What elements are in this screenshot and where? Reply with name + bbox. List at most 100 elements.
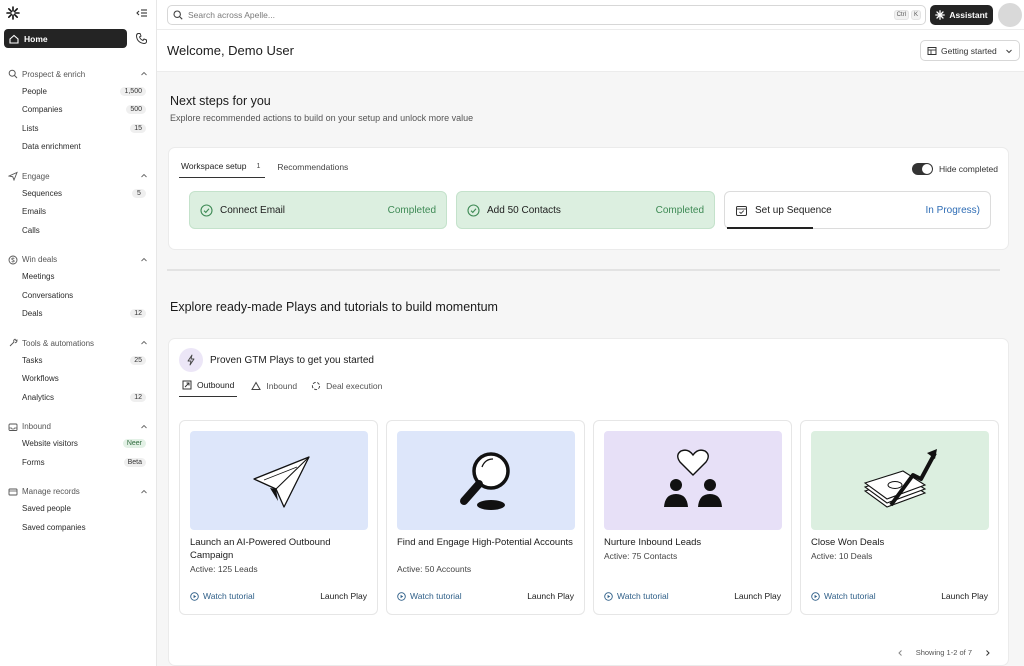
- sidebar-item[interactable]: People 1,500: [0, 82, 156, 101]
- sidebar-item[interactable]: Companies 500: [0, 101, 156, 120]
- sidebar-section-header[interactable]: Prospect & enrich: [0, 66, 156, 82]
- chevron-up-icon: [141, 71, 147, 76]
- tab-label: Workspace setup: [181, 161, 247, 171]
- sidebar-item-label: Calls: [22, 225, 40, 235]
- tab-label: Recommendations: [277, 161, 349, 172]
- count-badge: 1,500: [120, 86, 146, 96]
- launch-play-button[interactable]: Launch Play: [527, 591, 574, 601]
- avatar[interactable]: [998, 2, 1022, 27]
- chevron-left-icon[interactable]: [896, 649, 904, 657]
- play-illustration: [397, 431, 575, 530]
- sidebar-item[interactable]: Conversations: [0, 286, 156, 305]
- sidebar-item[interactable]: Data enrichment: [0, 138, 156, 157]
- kbd-ctrl: Ctrl: [893, 9, 909, 20]
- next-steps-title: Next steps for you: [170, 94, 271, 108]
- plays-title: Proven GTM Plays to get you started: [210, 354, 374, 366]
- sidebar-section-header[interactable]: Manage records: [0, 484, 156, 500]
- count-badge: 5: [132, 188, 146, 198]
- sidebar-item-label: Home: [24, 33, 48, 44]
- sidebar-section-title: Win deals: [22, 255, 58, 264]
- count-badge: Neer: [122, 439, 146, 449]
- watch-tutorial-link[interactable]: Watch tutorial: [397, 591, 462, 601]
- watch-label: Watch tutorial: [824, 591, 876, 601]
- tab-recommendations[interactable]: Recommendations: [277, 161, 348, 178]
- page-title: Welcome, Demo User: [167, 43, 294, 58]
- sidebar-item-label: Analytics: [22, 392, 55, 402]
- sidebar-item[interactable]: Website visitors Neer: [0, 435, 156, 454]
- chevron-right-icon[interactable]: [984, 649, 992, 657]
- watch-tutorial-link[interactable]: Watch tutorial: [604, 591, 669, 601]
- assistant-button[interactable]: Assistant: [930, 4, 993, 25]
- launch-play-button[interactable]: Launch Play: [941, 591, 988, 601]
- tab-inbound[interactable]: Inbound: [251, 380, 297, 397]
- phone-icon[interactable]: [135, 32, 148, 45]
- chevron-up-icon: [141, 173, 147, 178]
- records-icon: [8, 488, 18, 495]
- watch-label: Watch tutorial: [617, 591, 669, 601]
- launch-play-button[interactable]: Launch Play: [734, 591, 781, 601]
- play-active-count: Active: 75 Contacts: [604, 551, 678, 561]
- sidebar-item-home[interactable]: Home: [4, 29, 127, 48]
- sidebar-item[interactable]: Saved companies: [0, 518, 156, 537]
- sidebar-item[interactable]: Sequences 5: [0, 184, 156, 203]
- send-icon: [8, 171, 18, 181]
- sidebar-section-title: Prospect & enrich: [22, 69, 86, 79]
- sidebar-item[interactable]: Calls: [0, 221, 156, 240]
- logo-icon[interactable]: [6, 6, 20, 20]
- play-title: Nurture Inbound Leads: [604, 537, 702, 548]
- sidebar-item[interactable]: Lists 15: [0, 119, 156, 138]
- sidebar-section-header[interactable]: Engage: [0, 168, 156, 184]
- cycle-icon: [311, 381, 321, 390]
- step-progress-bar: [727, 227, 813, 229]
- sidebar-section-header[interactable]: Tools & automations: [0, 335, 156, 351]
- chevron-up-icon: [141, 340, 147, 345]
- play-card[interactable]: Launch an AI-Powered Outbound Campaign A…: [179, 420, 378, 615]
- watch-tutorial-link[interactable]: Watch tutorial: [190, 591, 255, 601]
- play-active-count: Active: 125 Leads: [190, 564, 258, 574]
- step-add-contacts[interactable]: Add 50 Contacts Completed: [456, 191, 715, 229]
- sidebar-item[interactable]: Tasks 25: [0, 351, 156, 370]
- tab-workspace-setup[interactable]: Workspace setup 1: [179, 161, 266, 178]
- sidebar-item-label: People: [22, 86, 47, 96]
- launch-play-button[interactable]: Launch Play: [320, 591, 367, 601]
- getting-started-button[interactable]: Getting started: [920, 40, 1020, 61]
- plays-card: Proven GTM Plays to get you started Outb…: [168, 338, 1009, 666]
- step-setup-sequence[interactable]: Set up Sequence In Progress): [724, 191, 991, 229]
- top-bar: Search across Apelle... Ctrl K Assistant: [157, 0, 1024, 29]
- play-illustration: [190, 431, 368, 530]
- tab-outbound[interactable]: Outbound: [179, 380, 238, 397]
- play-cards: Launch an AI-Powered Outbound Campaign A…: [179, 420, 999, 615]
- sidebar-item[interactable]: Emails: [0, 203, 156, 222]
- play-card[interactable]: Close Won Deals Active: 10 Deals Watch t…: [800, 420, 999, 615]
- sidebar-section-header[interactable]: Win deals: [0, 252, 156, 268]
- play-illustration: [811, 431, 989, 530]
- collapse-sidebar-icon[interactable]: [136, 7, 148, 19]
- tab-deal-execution[interactable]: Deal execution: [311, 380, 382, 397]
- bolt-badge: [179, 348, 203, 372]
- sidebar-item-label: Workflows: [22, 374, 59, 384]
- sidebar-item[interactable]: Meetings: [0, 268, 156, 287]
- hide-completed-toggle[interactable]: [911, 163, 933, 175]
- sidebar-section-header[interactable]: Inbound: [0, 419, 156, 435]
- chevron-down-icon: [1006, 49, 1012, 53]
- sparkle-icon: [935, 9, 946, 20]
- setup-tabs: Workspace setup 1 Recommendations: [179, 161, 348, 178]
- triangle-icon: [251, 380, 262, 390]
- step-connect-email[interactable]: Connect Email Completed: [189, 191, 447, 229]
- sidebar-item[interactable]: Deals 12: [0, 305, 156, 324]
- sidebar-item[interactable]: Workflows: [0, 370, 156, 389]
- play-card[interactable]: Find and Engage High-Potential Accounts …: [386, 420, 585, 615]
- sidebar-item-label: Saved people: [22, 504, 71, 514]
- sidebar-item[interactable]: Saved people: [0, 500, 156, 519]
- inbox-icon: [8, 423, 18, 431]
- paper-plane-icon: [253, 455, 310, 508]
- watch-tutorial-link[interactable]: Watch tutorial: [811, 591, 876, 601]
- count-badge: 12: [130, 392, 146, 402]
- sidebar-item[interactable]: Forms Beta: [0, 453, 156, 472]
- step-label: Add 50 Contacts: [487, 204, 561, 216]
- play-card[interactable]: Nurture Inbound Leads Active: 75 Contact…: [593, 420, 792, 615]
- sidebar-item[interactable]: Analytics 12: [0, 388, 156, 407]
- play-circle-icon: [604, 591, 613, 601]
- search-input[interactable]: Search across Apelle... Ctrl K: [167, 4, 926, 25]
- watch-label: Watch tutorial: [203, 591, 255, 601]
